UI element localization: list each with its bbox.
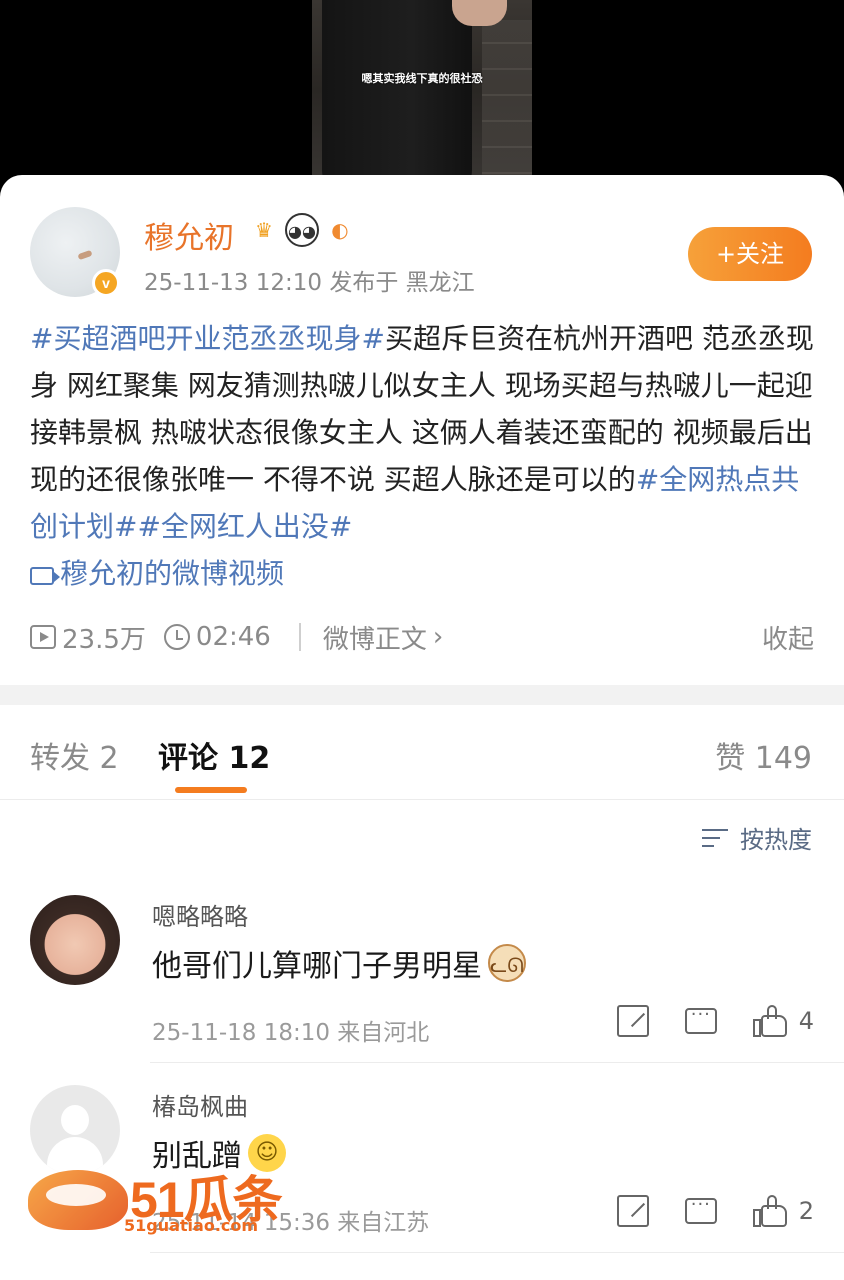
- sort-icon: [702, 827, 730, 849]
- person-figure: [322, 0, 472, 200]
- like-button[interactable]: 4: [752, 1005, 814, 1037]
- tab-like[interactable]: 赞 149: [715, 733, 812, 777]
- comment-divider: [150, 1062, 844, 1063]
- post-meta: 25-11-13 12:10 发布于 黑龙江: [144, 263, 475, 297]
- comment-actions: 2: [616, 1194, 814, 1227]
- view-count: 23.5万: [30, 619, 146, 656]
- collapse-button[interactable]: 收起: [762, 619, 814, 656]
- like-button[interactable]: 2: [752, 1195, 814, 1227]
- view-count-value: 23.5万: [62, 624, 146, 655]
- reply-icon[interactable]: [684, 1194, 717, 1224]
- tab-comment[interactable]: 评论 12: [158, 733, 270, 777]
- hashtag-link[interactable]: #全网红人出没#: [137, 510, 352, 543]
- share-icon[interactable]: [616, 1005, 649, 1037]
- video-camera-icon: [30, 567, 60, 585]
- cat-emoji-icon: ᓚᘏ: [488, 944, 526, 982]
- video-player[interactable]: 嗯其实我线下真的很社恐: [0, 0, 844, 200]
- duration-value: 02:46: [195, 622, 271, 652]
- reply-icon[interactable]: [684, 1004, 717, 1034]
- weibo-text-label: 微博正文: [322, 624, 427, 655]
- commenter-name[interactable]: 嗯略略略: [152, 897, 248, 932]
- post-timestamp: 25-11-13 12:10: [144, 270, 322, 296]
- tab-repost[interactable]: 转发 2: [30, 733, 119, 777]
- section-divider: [0, 685, 844, 705]
- crown-icon[interactable]: ♛: [247, 213, 281, 247]
- thumbs-up-icon: [752, 1195, 787, 1227]
- clock-icon: [163, 624, 190, 650]
- fish-icon[interactable]: ◐: [323, 213, 357, 247]
- watermark-logo: 51瓜条 51guatiao.com: [28, 1160, 298, 1240]
- avatar-detail: [77, 249, 93, 261]
- verified-icon: v: [92, 269, 120, 297]
- post-body: #买超酒吧开业范丞丞现身#买超斥巨资在杭州开酒吧 范丞丞现身 网红聚集 网友猜测…: [30, 315, 820, 597]
- commenter-name[interactable]: 椿岛枫曲: [152, 1087, 248, 1122]
- author-badges: ♛ ◕◕ ◐: [247, 213, 357, 247]
- share-icon[interactable]: [616, 1195, 649, 1227]
- comment-text-content: 他哥们儿算哪门子男明星: [152, 949, 482, 984]
- like-count: 4: [798, 1007, 814, 1035]
- panda-icon[interactable]: ◕◕: [285, 213, 319, 247]
- sort-label: 按热度: [740, 826, 812, 854]
- follow-button[interactable]: +关注: [688, 227, 812, 281]
- comment-meta: 25-11-18 18:10 来自河北: [152, 1020, 430, 1046]
- weibo-text-link[interactable]: 微博正文 ›: [323, 619, 443, 656]
- sort-button[interactable]: 按热度: [702, 820, 812, 855]
- weibo-video-link-label: 穆允初的微博视频: [60, 557, 285, 590]
- author-name[interactable]: 穆允初: [144, 213, 234, 257]
- chevron-right-icon: ›: [432, 622, 444, 652]
- commenter-avatar[interactable]: [30, 895, 120, 985]
- hashtag-link[interactable]: #买超酒吧开业范丞丞现身#: [30, 322, 385, 355]
- comment-text: 他哥们儿算哪门子男明星 ᓚᘏ: [152, 941, 526, 985]
- weibo-video-link[interactable]: 穆允初的微博视频: [30, 557, 284, 590]
- post-location: 发布于 黑龙江: [329, 270, 475, 296]
- comment-actions: 4: [616, 1004, 814, 1037]
- background-wall: [482, 20, 532, 200]
- active-tab-indicator: [175, 787, 247, 793]
- video-duration: 02:46: [163, 622, 271, 652]
- watermark-url: 51guatiao.com: [124, 1216, 259, 1235]
- video-frame[interactable]: 嗯其实我线下真的很社恐: [312, 0, 532, 200]
- play-icon: [30, 625, 56, 649]
- comment-divider: [150, 1252, 844, 1253]
- video-subtitle: 嗯其实我线下真的很社恐: [361, 72, 483, 85]
- watermark-icon: [28, 1170, 128, 1230]
- interaction-tabs: 转发 2 评论 12 赞 149: [0, 705, 844, 800]
- post-card: v 穆允初 ♛ ◕◕ ◐ 25-11-13 12:10 发布于 黑龙江 +关注 …: [0, 175, 844, 685]
- thumbs-up-icon: [752, 1005, 787, 1037]
- divider: [298, 623, 301, 651]
- like-count: 2: [798, 1197, 814, 1225]
- hand-figure: [452, 0, 507, 26]
- post-stats: 23.5万 02:46 微博正文 › 收起: [30, 617, 814, 657]
